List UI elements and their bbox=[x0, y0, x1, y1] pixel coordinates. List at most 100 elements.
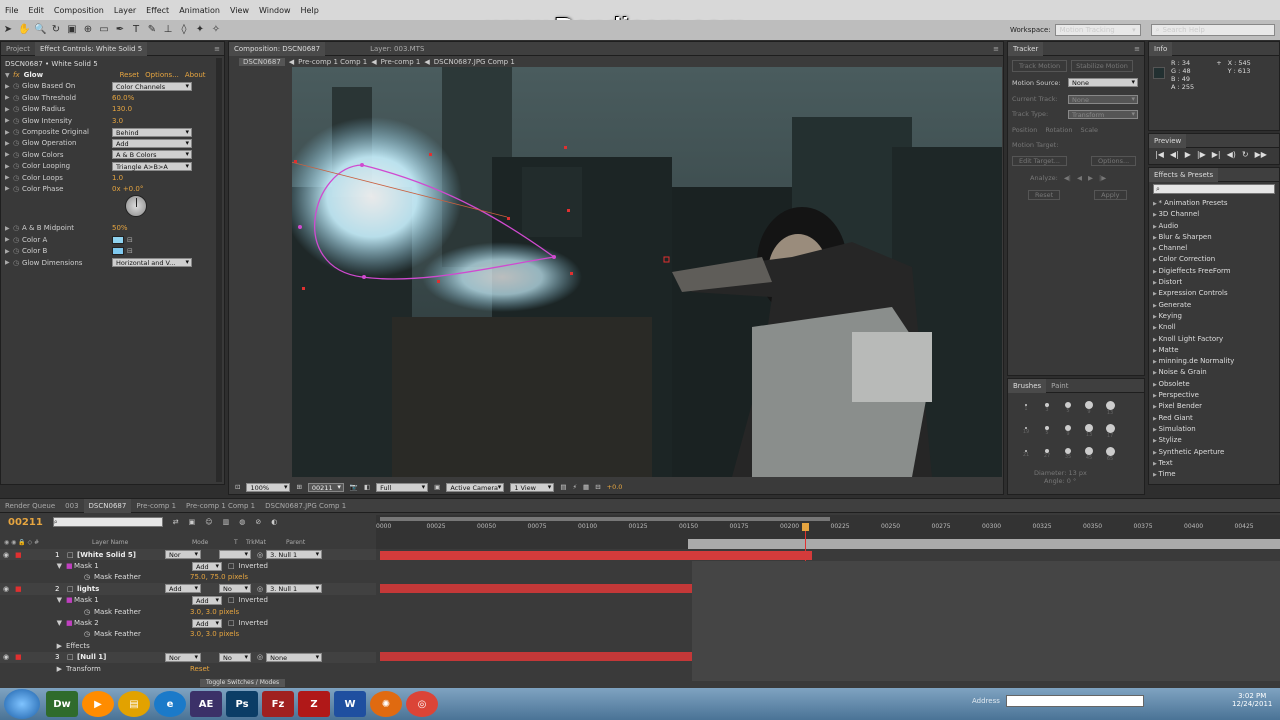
stopwatch-icon[interactable]: ◷ bbox=[13, 117, 22, 125]
expand-triangle-icon[interactable]: ▶ bbox=[5, 129, 13, 136]
mask-name[interactable]: Mask 1 bbox=[74, 562, 192, 570]
type-tool-icon[interactable]: T bbox=[130, 24, 142, 36]
effects-category[interactable]: minning.de Normality bbox=[1153, 356, 1275, 367]
analyze-forward-icon[interactable]: ▶ bbox=[1088, 174, 1093, 182]
panel-menu-icon[interactable]: ≡ bbox=[214, 45, 224, 53]
menu-window[interactable]: Window bbox=[254, 6, 296, 15]
clone-tool-icon[interactable]: ⊥ bbox=[162, 24, 174, 36]
brush-preset[interactable]: 21 bbox=[1016, 443, 1036, 465]
expand-triangle-icon[interactable]: ▶ bbox=[5, 248, 13, 255]
timeline-tab[interactable]: DSCN0687 bbox=[83, 498, 132, 513]
grid-icon[interactable]: ⊞ bbox=[296, 483, 301, 491]
camera-tool-icon[interactable]: ▣ bbox=[66, 24, 78, 36]
brush-preset[interactable]: 27 bbox=[1037, 443, 1057, 465]
menu-layer[interactable]: Layer bbox=[109, 6, 141, 15]
color-swatch[interactable] bbox=[112, 247, 124, 256]
current-time[interactable]: 00211 bbox=[307, 482, 344, 492]
effects-category[interactable]: Text bbox=[1153, 458, 1275, 469]
timeline-timecode[interactable]: 00211 bbox=[8, 517, 43, 528]
last-frame-icon[interactable]: ▶| bbox=[1212, 150, 1221, 159]
stopwatch-icon[interactable]: ◷ bbox=[13, 151, 22, 159]
menu-help[interactable]: Help bbox=[296, 6, 324, 15]
tab-tracker[interactable]: Tracker bbox=[1008, 41, 1044, 56]
effects-category[interactable]: Matte bbox=[1153, 345, 1275, 356]
menu-animation[interactable]: Animation bbox=[174, 6, 225, 15]
edit-target-button[interactable]: Edit Target... bbox=[1012, 155, 1067, 166]
puppet-tool-icon[interactable]: ✦ bbox=[194, 24, 206, 36]
eye-icon[interactable]: ◉ bbox=[3, 551, 13, 559]
mask-mode-select[interactable]: Add bbox=[192, 561, 222, 571]
effect-controls-scrollbar[interactable] bbox=[216, 58, 222, 482]
media-player-icon[interactable]: ▶ bbox=[82, 691, 114, 717]
expand-triangle-icon[interactable]: ▶ bbox=[0, 665, 66, 673]
effects-category[interactable]: Knoll Light Factory bbox=[1153, 334, 1275, 345]
effect-prop-select[interactable]: Add bbox=[112, 138, 192, 148]
expand-triangle-icon[interactable]: ▶ bbox=[5, 106, 13, 113]
layer-property-row[interactable]: ◷ Mask Feather 3.0, 3.0 pixels bbox=[0, 629, 376, 640]
expand-triangle-icon[interactable]: ▶ bbox=[5, 83, 13, 90]
effects-category[interactable]: Synthetic Aperture bbox=[1153, 447, 1275, 458]
stopwatch-icon[interactable]: ◷ bbox=[0, 608, 94, 616]
color-phase-dial[interactable] bbox=[5, 194, 220, 223]
brush-preset[interactable]: 13 bbox=[1079, 420, 1099, 442]
effects-search-input[interactable]: ⌕ bbox=[1153, 184, 1275, 194]
menu-composition[interactable]: Composition bbox=[49, 6, 109, 15]
effects-category[interactable]: Distort bbox=[1153, 277, 1275, 288]
view-layout-select[interactable]: 1 View bbox=[510, 482, 555, 492]
effects-category[interactable]: Knoll bbox=[1153, 322, 1275, 333]
reset-link[interactable]: Reset bbox=[120, 71, 140, 79]
layer-name[interactable]: lights bbox=[77, 585, 165, 593]
brainstorm-icon[interactable]: ◐ bbox=[271, 518, 277, 526]
pen-tool-icon[interactable]: ✒ bbox=[114, 24, 126, 36]
tab-layer[interactable]: Layer: 003.MTS bbox=[365, 42, 429, 56]
options-link[interactable]: Options... bbox=[145, 71, 179, 79]
label-color-icon[interactable]: ■ bbox=[15, 551, 55, 559]
comp-mini-flowchart-icon[interactable]: ⇄ bbox=[173, 518, 179, 526]
layer-row[interactable]: ◉■3 □[Null 1]Nor No ◎None bbox=[0, 651, 376, 663]
effect-prop-select[interactable]: A & B Colors bbox=[112, 150, 192, 160]
brush-tool-icon[interactable]: ✎ bbox=[146, 24, 158, 36]
exposure-value[interactable]: +0.0 bbox=[607, 483, 623, 491]
play-icon[interactable]: ▶ bbox=[1185, 150, 1191, 159]
effect-prop-select[interactable]: Triangle A>B>A bbox=[112, 161, 192, 171]
mask-color-icon[interactable]: ■ bbox=[66, 562, 74, 570]
effect-prop-value[interactable]: 0x +0.0° bbox=[112, 185, 143, 193]
effect-prop-value[interactable]: 1.0 bbox=[112, 174, 123, 182]
brush-preset[interactable]: 65 bbox=[1100, 443, 1120, 465]
parent-select[interactable]: 3. Null 1 bbox=[266, 584, 323, 594]
tracker-apply-button[interactable]: Apply bbox=[1094, 190, 1127, 201]
stopwatch-icon[interactable]: ◷ bbox=[13, 247, 22, 255]
fx-icon[interactable]: fx bbox=[13, 71, 20, 79]
work-area-bar[interactable] bbox=[380, 517, 830, 521]
stopwatch-icon[interactable]: ◷ bbox=[13, 224, 22, 232]
brush-preset[interactable]: 9 bbox=[1058, 420, 1078, 442]
menu-view[interactable]: View bbox=[225, 6, 254, 15]
photoshop-icon[interactable]: Ps bbox=[226, 691, 258, 717]
tab-brushes[interactable]: Brushes bbox=[1008, 378, 1047, 393]
expand-triangle-icon[interactable]: ▶ bbox=[5, 259, 13, 266]
first-frame-icon[interactable]: |◀ bbox=[1155, 150, 1164, 159]
prev-frame-icon[interactable]: ◀| bbox=[1170, 150, 1179, 159]
frame-blend-icon[interactable]: ▥ bbox=[223, 518, 230, 526]
effects-category[interactable]: 3D Channel bbox=[1153, 209, 1275, 220]
brush-preset[interactable]: 19 bbox=[1016, 420, 1036, 442]
eye-icon[interactable]: ◉ bbox=[3, 585, 13, 593]
zoom-select[interactable]: 100% bbox=[246, 482, 291, 492]
audio-icon[interactable]: ◀) bbox=[1227, 150, 1236, 159]
layer-name[interactable]: [White Solid 5] bbox=[77, 551, 165, 559]
resolution-select[interactable]: Full bbox=[376, 482, 429, 492]
stopwatch-icon[interactable]: ◷ bbox=[0, 630, 94, 638]
effects-category[interactable]: Generate bbox=[1153, 300, 1275, 311]
mask-color-icon[interactable]: ■ bbox=[66, 596, 74, 604]
expand-triangle-icon[interactable]: ▶ bbox=[5, 185, 13, 192]
group-name[interactable]: Transform bbox=[66, 665, 190, 673]
color-swatch[interactable] bbox=[112, 235, 124, 244]
breadcrumb-item[interactable]: DSCN0687.JPG Comp 1 bbox=[434, 58, 515, 66]
group-value[interactable]: Reset bbox=[190, 665, 210, 673]
brush-preset[interactable]: 3 bbox=[1037, 397, 1057, 419]
effects-category[interactable]: Noise & Grain bbox=[1153, 367, 1275, 378]
effects-category[interactable]: Channel bbox=[1153, 243, 1275, 254]
stopwatch-icon[interactable]: ◷ bbox=[13, 82, 22, 90]
stopwatch-icon[interactable]: ◷ bbox=[13, 174, 22, 182]
brush-preset[interactable]: 5 bbox=[1037, 420, 1057, 442]
